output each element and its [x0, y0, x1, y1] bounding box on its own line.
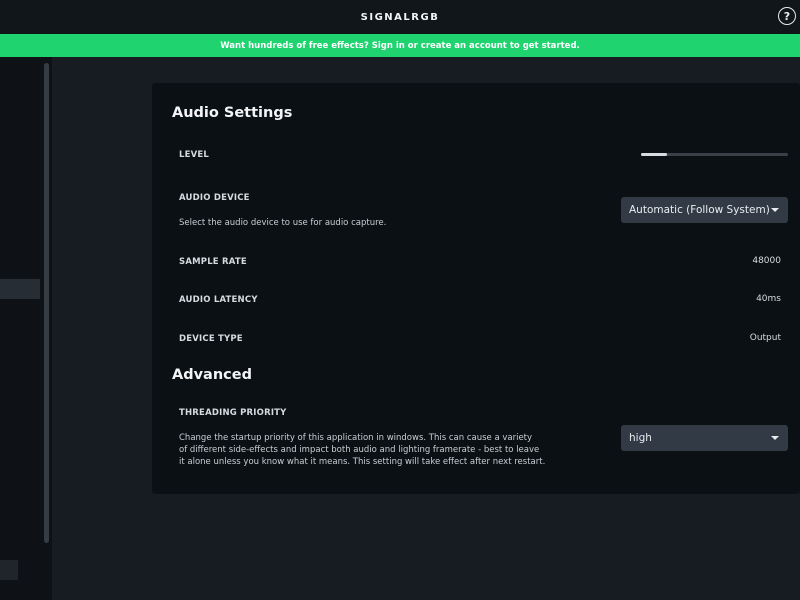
help-icon: ? — [783, 9, 791, 23]
audio-latency-value: 40ms — [756, 294, 781, 304]
sign-in-banner[interactable]: Want hundreds of free effects? Sign in o… — [0, 34, 800, 57]
app-logo: SIGNALRGB — [360, 11, 440, 23]
audio-device-description: Select the audio device to use for audio… — [179, 218, 387, 228]
level-slider-fill — [641, 153, 668, 156]
help-button[interactable]: ? — [778, 7, 796, 25]
sidebar-bottom-item[interactable] — [0, 560, 18, 580]
device-type-value: Output — [749, 333, 781, 343]
sidebar-scrollbar[interactable] — [44, 63, 49, 543]
threading-priority-description-line: Change the startup priority of this appl… — [179, 433, 533, 443]
audio-device-selected: Automatic (Follow System) — [629, 204, 770, 216]
audio-settings-title: Audio Settings — [172, 105, 293, 121]
audio-latency-label: AUDIO LATENCY — [179, 295, 258, 305]
level-slider[interactable] — [641, 153, 788, 156]
threading-priority-dropdown[interactable]: high — [621, 425, 788, 451]
threading-priority-label: THREADING PRIORITY — [179, 408, 287, 418]
sidebar — [0, 57, 52, 600]
banner-text: Want hundreds of free effects? Sign in o… — [220, 40, 580, 51]
audio-device-dropdown[interactable]: Automatic (Follow System) — [621, 197, 788, 223]
chevron-down-icon — [771, 436, 779, 440]
threading-priority-description-line: it alone unless you know what it means. … — [179, 457, 546, 467]
chevron-down-icon — [771, 208, 779, 212]
settings-panel: Audio Settings LEVEL AUDIO DEVICE Select… — [152, 83, 800, 494]
threading-priority-description-line: of different side-effects and impact bot… — [179, 445, 540, 455]
title-bar: SIGNALRGB ? — [0, 0, 800, 34]
sample-rate-label: SAMPLE RATE — [179, 257, 247, 267]
sidebar-selected-item[interactable] — [0, 279, 40, 299]
advanced-title: Advanced — [172, 367, 252, 383]
threading-priority-description: Change the startup priority of this appl… — [179, 432, 545, 468]
device-type-label: DEVICE TYPE — [179, 334, 243, 344]
level-label: LEVEL — [179, 150, 210, 160]
audio-device-label: AUDIO DEVICE — [179, 193, 250, 203]
threading-priority-selected: high — [629, 432, 652, 444]
sample-rate-value: 48000 — [752, 256, 781, 266]
